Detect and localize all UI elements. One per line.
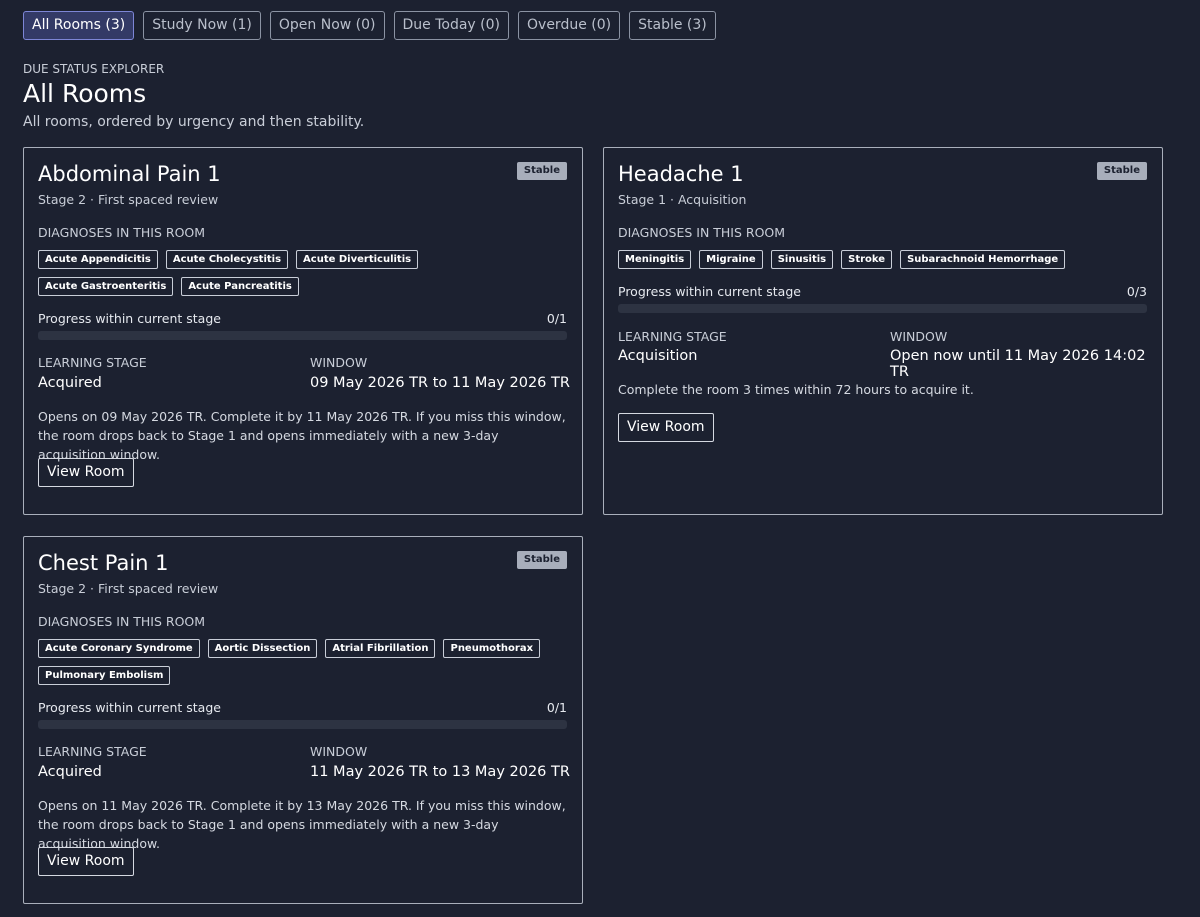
learning-stage-label: LEARNING STAGE bbox=[38, 355, 147, 370]
progress-label: Progress within current stage bbox=[618, 284, 801, 299]
progress-label: Progress within current stage bbox=[38, 700, 221, 715]
room-title: Chest Pain 1 bbox=[38, 551, 169, 575]
window-label: WINDOW bbox=[310, 744, 368, 759]
room-card-abdominal-pain: Abdominal Pain 1 Stable Stage 2 · First … bbox=[23, 147, 583, 515]
room-title: Headache 1 bbox=[618, 162, 744, 186]
room-stage: Stage 1 · Acquisition bbox=[618, 192, 747, 207]
status-badge: Stable bbox=[516, 162, 567, 180]
learning-stage-label: LEARNING STAGE bbox=[38, 744, 147, 759]
window-value: 11 May 2026 TR to 13 May 2026 TR bbox=[310, 764, 570, 780]
progress-row: Progress within current stage 0/1 bbox=[38, 311, 567, 326]
progress-count: 0/1 bbox=[546, 311, 567, 326]
progress-label: Progress within current stage bbox=[38, 311, 221, 326]
view-room-button[interactable]: View Room bbox=[618, 413, 714, 442]
section-eyebrow: DUE STATUS EXPLORER bbox=[23, 62, 165, 76]
progress-row: Progress within current stage 0/3 bbox=[618, 284, 1147, 299]
room-card-headache: Headache 1 Stable Stage 1 · Acquisition … bbox=[603, 147, 1163, 515]
diagnosis-chip: Acute Diverticulitis bbox=[296, 250, 419, 269]
diagnosis-chip: Acute Appendicitis bbox=[38, 250, 158, 269]
diagnosis-chip: Pneumothorax bbox=[443, 639, 541, 658]
window-value: Open now until 11 May 2026 14:02 TR bbox=[890, 348, 1146, 380]
room-stage: Stage 2 · First spaced review bbox=[38, 581, 219, 596]
diagnosis-chip: Acute Gastroenteritis bbox=[38, 277, 174, 296]
progress-bar bbox=[618, 304, 1147, 313]
diagnosis-list: Acute Coronary Syndrome Aortic Dissectio… bbox=[38, 639, 558, 685]
learning-stage-value: Acquired bbox=[38, 375, 102, 391]
progress-bar bbox=[38, 331, 567, 340]
view-room-button[interactable]: View Room bbox=[38, 458, 134, 487]
diagnoses-label: DIAGNOSES IN THIS ROOM bbox=[38, 614, 206, 629]
room-card-chest-pain: Chest Pain 1 Stable Stage 2 · First spac… bbox=[23, 536, 583, 904]
progress-count: 0/1 bbox=[546, 700, 567, 715]
diagnosis-chip: Acute Coronary Syndrome bbox=[38, 639, 200, 658]
filter-tabs: All Rooms (3) Study Now (1) Open Now (0)… bbox=[23, 11, 716, 40]
diagnosis-chip: Meningitis bbox=[618, 250, 692, 269]
diagnosis-chip: Acute Cholecystitis bbox=[165, 250, 289, 269]
room-note: Opens on 09 May 2026 TR. Complete it by … bbox=[38, 409, 566, 462]
progress-row: Progress within current stage 0/1 bbox=[38, 700, 567, 715]
window-value: 09 May 2026 TR to 11 May 2026 TR bbox=[310, 375, 570, 391]
room-stage: Stage 2 · First spaced review bbox=[38, 192, 219, 207]
diagnosis-list: Meningitis Migraine Sinusitis Stroke Sub… bbox=[618, 250, 1138, 269]
diagnosis-chip: Subarachnoid Hemorrhage bbox=[900, 250, 1066, 269]
tab-overdue[interactable]: Overdue (0) bbox=[518, 11, 621, 40]
learning-stage-value: Acquisition bbox=[618, 348, 698, 364]
tab-all-rooms[interactable]: All Rooms (3) bbox=[23, 11, 135, 40]
diagnoses-label: DIAGNOSES IN THIS ROOM bbox=[618, 225, 786, 240]
window-label: WINDOW bbox=[310, 355, 368, 370]
diagnoses-label: DIAGNOSES IN THIS ROOM bbox=[38, 225, 206, 240]
room-note: Complete the room 3 times within 72 hour… bbox=[618, 382, 974, 397]
diagnosis-chip: Aortic Dissection bbox=[207, 639, 318, 658]
diagnosis-chip: Sinusitis bbox=[770, 250, 834, 269]
tab-study-now[interactable]: Study Now (1) bbox=[143, 11, 261, 40]
diagnosis-chip: Stroke bbox=[841, 250, 893, 269]
progress-count: 0/3 bbox=[1126, 284, 1147, 299]
progress-bar bbox=[38, 720, 567, 729]
diagnosis-chip: Acute Pancreatitis bbox=[181, 277, 299, 296]
tab-stable[interactable]: Stable (3) bbox=[629, 11, 716, 40]
diagnosis-chip: Migraine bbox=[699, 250, 763, 269]
diagnosis-chip: Atrial Fibrillation bbox=[325, 639, 436, 658]
window-label: WINDOW bbox=[890, 329, 948, 344]
diagnosis-chip: Pulmonary Embolism bbox=[38, 666, 171, 685]
tab-due-today[interactable]: Due Today (0) bbox=[393, 11, 510, 40]
tab-open-now[interactable]: Open Now (0) bbox=[269, 11, 385, 40]
page-subtitle: All rooms, ordered by urgency and then s… bbox=[23, 114, 365, 130]
room-note: Opens on 11 May 2026 TR. Complete it by … bbox=[38, 798, 566, 851]
learning-stage-label: LEARNING STAGE bbox=[618, 329, 727, 344]
view-room-button[interactable]: View Room bbox=[38, 847, 134, 876]
learning-stage-value: Acquired bbox=[38, 764, 102, 780]
page-title: All Rooms bbox=[23, 79, 147, 108]
room-title: Abdominal Pain 1 bbox=[38, 162, 221, 186]
status-badge: Stable bbox=[1096, 162, 1147, 180]
diagnosis-list: Acute Appendicitis Acute Cholecystitis A… bbox=[38, 250, 558, 296]
status-badge: Stable bbox=[516, 551, 567, 569]
